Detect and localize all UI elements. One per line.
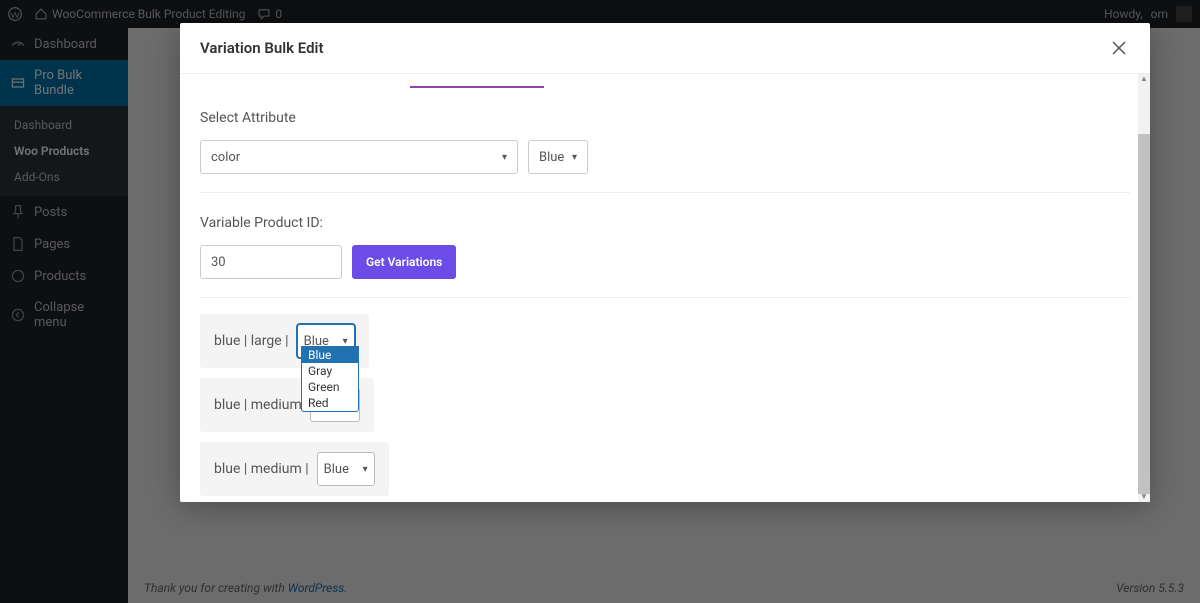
tab-indicator — [200, 74, 1130, 88]
variation-bulk-edit-modal: Variation Bulk Edit Select Attribute col… — [180, 23, 1150, 502]
attribute-row: color ▾ Blue ▾ — [200, 140, 1130, 174]
scrollbar-thumb[interactable] — [1138, 134, 1150, 494]
close-button[interactable] — [1108, 37, 1130, 59]
variable-product-id-label: Variable Product ID: — [200, 215, 1130, 231]
modal-header: Variation Bulk Edit — [180, 23, 1150, 74]
dropdown-option-green[interactable]: Green — [302, 379, 358, 395]
scroll-down-icon[interactable]: ▼ — [1138, 492, 1150, 502]
dropdown-option-gray[interactable]: Gray — [302, 363, 358, 379]
dropdown-option-blue[interactable]: Blue — [302, 347, 358, 363]
chevron-down-icon: ▾ — [343, 336, 348, 347]
dropdown-option-red[interactable]: Red — [302, 395, 358, 411]
variable-product-id-input[interactable] — [200, 245, 342, 279]
select-attribute-section: Select Attribute color ▾ Blue ▾ — [200, 88, 1130, 193]
modal-body: Select Attribute color ▾ Blue ▾ Variable… — [180, 74, 1150, 502]
variation-label: blue | large | — [214, 333, 289, 349]
chevron-down-icon: ▾ — [572, 152, 577, 163]
scrollbar-track[interactable]: ▲ ▼ — [1138, 74, 1150, 502]
select-attribute-label: Select Attribute — [200, 110, 1130, 126]
variation-label: blue | medium | — [214, 461, 309, 477]
variation-list: blue | large | Blue ▾ Blue Gray Green Re… — [200, 298, 1130, 502]
chevron-down-icon: ▾ — [363, 464, 368, 475]
variable-id-row: Get Variations — [200, 245, 1130, 279]
variable-product-section: Variable Product ID: Get Variations — [200, 193, 1130, 298]
modal-title: Variation Bulk Edit — [200, 39, 323, 57]
chevron-down-icon: ▾ — [502, 152, 507, 163]
variation-label: blue | medium — [214, 397, 302, 413]
attribute-select-value: color — [211, 150, 240, 165]
color-dropdown-menu: Blue Gray Green Red — [301, 346, 359, 412]
scroll-up-icon[interactable]: ▲ — [1138, 74, 1150, 84]
variation-color-value: Blue — [324, 462, 349, 477]
attribute-select[interactable]: color ▾ — [200, 140, 518, 174]
get-variations-button[interactable]: Get Variations — [352, 245, 456, 279]
variation-row: blue | medium | Blue ▾ — [200, 442, 389, 496]
variation-color-select[interactable]: Blue ▾ — [317, 452, 375, 486]
attribute-value-select[interactable]: Blue ▾ — [528, 140, 588, 174]
attribute-value-select-value: Blue — [539, 150, 564, 165]
close-icon — [1109, 38, 1129, 58]
